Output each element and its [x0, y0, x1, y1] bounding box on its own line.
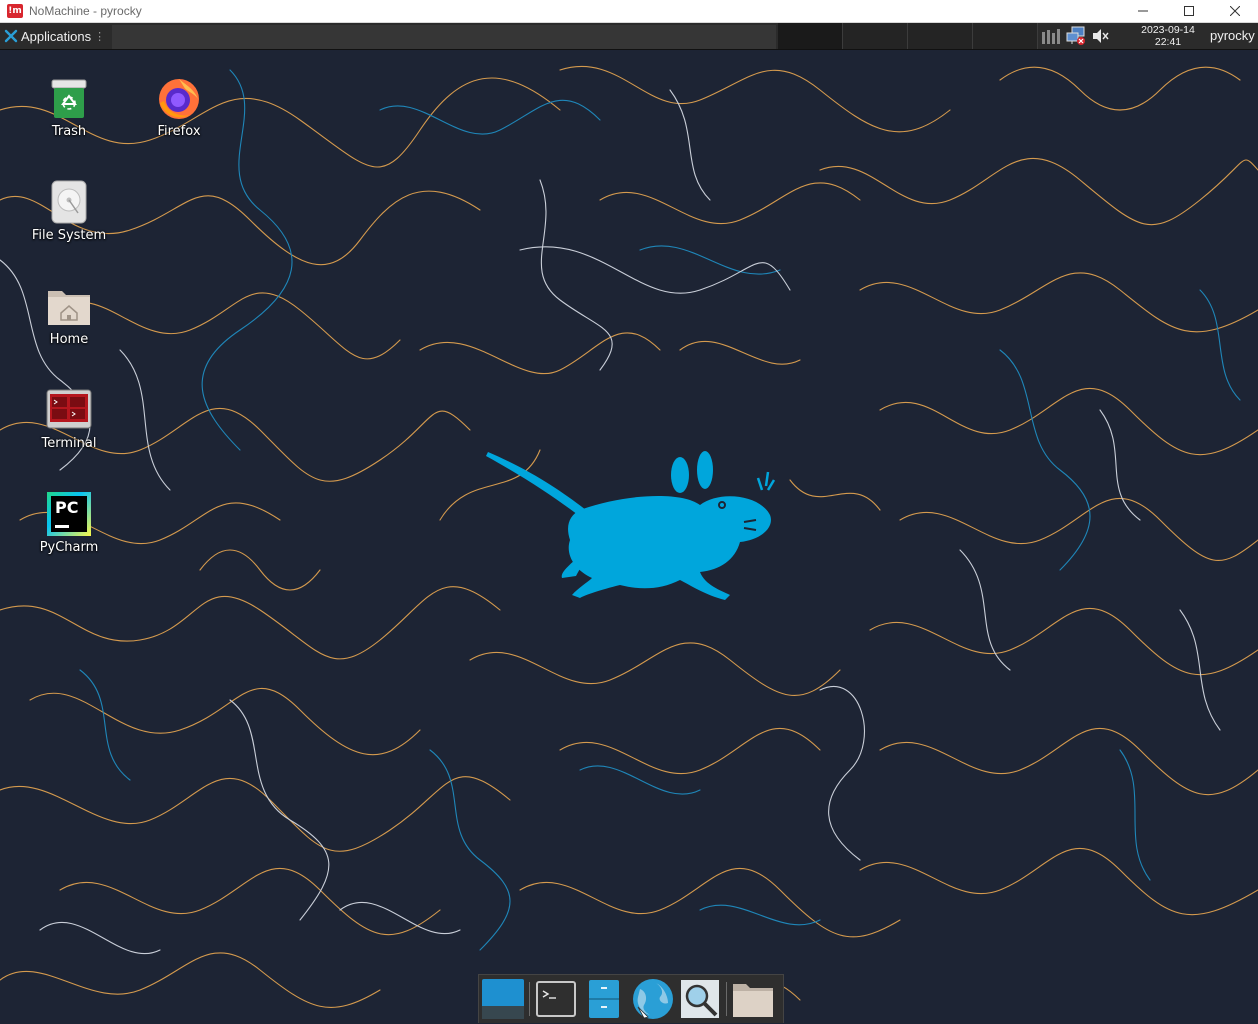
dock-separator — [726, 982, 727, 1016]
maximize-button[interactable] — [1166, 0, 1212, 22]
window-title: NoMachine - pyrocky — [29, 4, 142, 18]
maximize-icon — [1184, 6, 1194, 16]
clock-date: 2023-09-14 — [1141, 24, 1195, 36]
desktop-icon-trash[interactable]: Trash — [14, 74, 124, 139]
bottom-dock — [478, 974, 784, 1023]
show-desktop-button[interactable] — [479, 975, 527, 1023]
desktop-icon-label: PyCharm — [39, 540, 99, 555]
desktop-icon-label: Home — [49, 332, 89, 347]
web-browser-icon — [633, 979, 673, 1019]
desktop-icon-file-system[interactable]: File System — [14, 178, 124, 243]
terminal-icon — [45, 386, 93, 434]
home-folder-icon — [45, 282, 93, 330]
file-manager-icon — [589, 980, 619, 1018]
dock-file-manager-button[interactable] — [580, 975, 628, 1023]
pycharm-icon: PC — [45, 490, 93, 538]
top-panel: Applications ⋮ 2023-09-14 22:41 pyrocky — [0, 23, 1258, 50]
xfce-logo-icon — [4, 29, 18, 43]
window-titlebar[interactable]: !m NoMachine - pyrocky — [0, 0, 1258, 23]
applications-menu-button[interactable]: Applications ⋮ — [0, 23, 112, 49]
workspace-4[interactable] — [973, 23, 1038, 49]
workspace-2[interactable] — [843, 23, 908, 49]
pycharm-logo-text: PC — [55, 498, 79, 517]
panel-grid-icon[interactable] — [1040, 25, 1062, 47]
dock-web-browser-button[interactable] — [628, 975, 676, 1023]
workspace-1[interactable] — [778, 23, 843, 49]
nomachine-logo-icon: !m — [7, 4, 23, 18]
window-tasklist[interactable] — [112, 25, 776, 49]
dock-separator — [529, 982, 530, 1016]
drive-icon — [45, 178, 93, 226]
desktop-wallpaper — [0, 50, 1258, 1024]
system-tray — [1040, 23, 1115, 49]
desktop-icon-label: Firefox — [157, 124, 201, 139]
panel-clock[interactable]: 2023-09-14 22:41 — [1130, 24, 1206, 48]
dock-folder-button[interactable] — [729, 975, 777, 1023]
close-icon — [1230, 6, 1240, 16]
workspace-switcher — [778, 23, 1038, 49]
user-menu[interactable]: pyrocky — [1210, 23, 1255, 49]
desktop-icon-label: File System — [31, 228, 107, 243]
desktop-icon-label: Trash — [51, 124, 87, 139]
minimize-icon — [1138, 10, 1148, 12]
window-controls — [1120, 0, 1258, 22]
terminal-icon — [536, 981, 576, 1017]
dock-app-finder-button[interactable] — [676, 975, 724, 1023]
workspace-3[interactable] — [908, 23, 973, 49]
minimize-button[interactable] — [1120, 0, 1166, 22]
desktop-icon-firefox[interactable]: Firefox — [124, 74, 234, 139]
volume-muted-icon[interactable] — [1090, 25, 1112, 47]
desktop-icon-home[interactable]: Home — [14, 282, 124, 347]
trash-icon — [45, 74, 93, 122]
dock-terminal-button[interactable] — [532, 975, 580, 1023]
network-disconnected-icon[interactable] — [1065, 25, 1087, 47]
folder-icon — [733, 984, 773, 1017]
close-button[interactable] — [1212, 0, 1258, 22]
desktop-icon-label: Terminal — [41, 436, 97, 451]
applications-label: Applications — [21, 28, 92, 44]
clock-time: 22:41 — [1154, 36, 1182, 48]
panel-grip-handle[interactable]: ⋮ — [94, 30, 105, 43]
desktop-icon-terminal[interactable]: Terminal — [14, 386, 124, 451]
firefox-icon — [155, 74, 203, 122]
app-finder-icon — [681, 980, 719, 1018]
desktop-icon-pycharm[interactable]: PC PyCharm — [14, 490, 124, 555]
show-desktop-icon — [482, 979, 524, 1019]
